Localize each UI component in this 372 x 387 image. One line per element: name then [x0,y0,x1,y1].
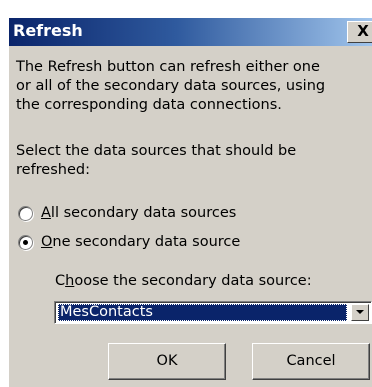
close-button[interactable]: X [347,21,372,43]
description-line: the corresponding data connections. [16,97,282,113]
select-value: MesContacts [58,304,347,321]
radio-all-icon[interactable] [18,205,33,221]
close-icon: X [357,22,369,40]
description-text: The Refresh button can refresh either on… [16,58,325,115]
radio-one-icon[interactable] [18,234,33,250]
select-prompt-text: Select the data sources that should be r… [16,142,296,180]
cancel-button[interactable]: Cancel [252,343,370,380]
chevron-down-icon[interactable] [351,304,369,321]
radio-one-source[interactable]: One secondary data source [18,232,240,252]
prompt-line: refreshed: [16,162,90,178]
radio-all-label: All secondary data sources [41,205,237,221]
title-bar[interactable]: Refresh X [9,18,372,46]
secondary-source-select[interactable]: MesContacts [54,301,372,324]
refresh-dialog: Refresh X The Refresh button can refresh… [9,18,372,387]
dialog-title: Refresh [13,21,83,40]
radio-all-sources[interactable]: All secondary data sources [18,203,236,223]
description-line: The Refresh button can refresh either on… [16,59,320,75]
source-select-label: Choose the secondary data source: [55,273,312,289]
prompt-line: Select the data sources that should be [16,143,297,159]
ok-button[interactable]: OK [108,343,226,380]
description-line: or all of the secondary data sources, us… [16,78,326,94]
radio-one-label: One secondary data source [41,234,241,250]
